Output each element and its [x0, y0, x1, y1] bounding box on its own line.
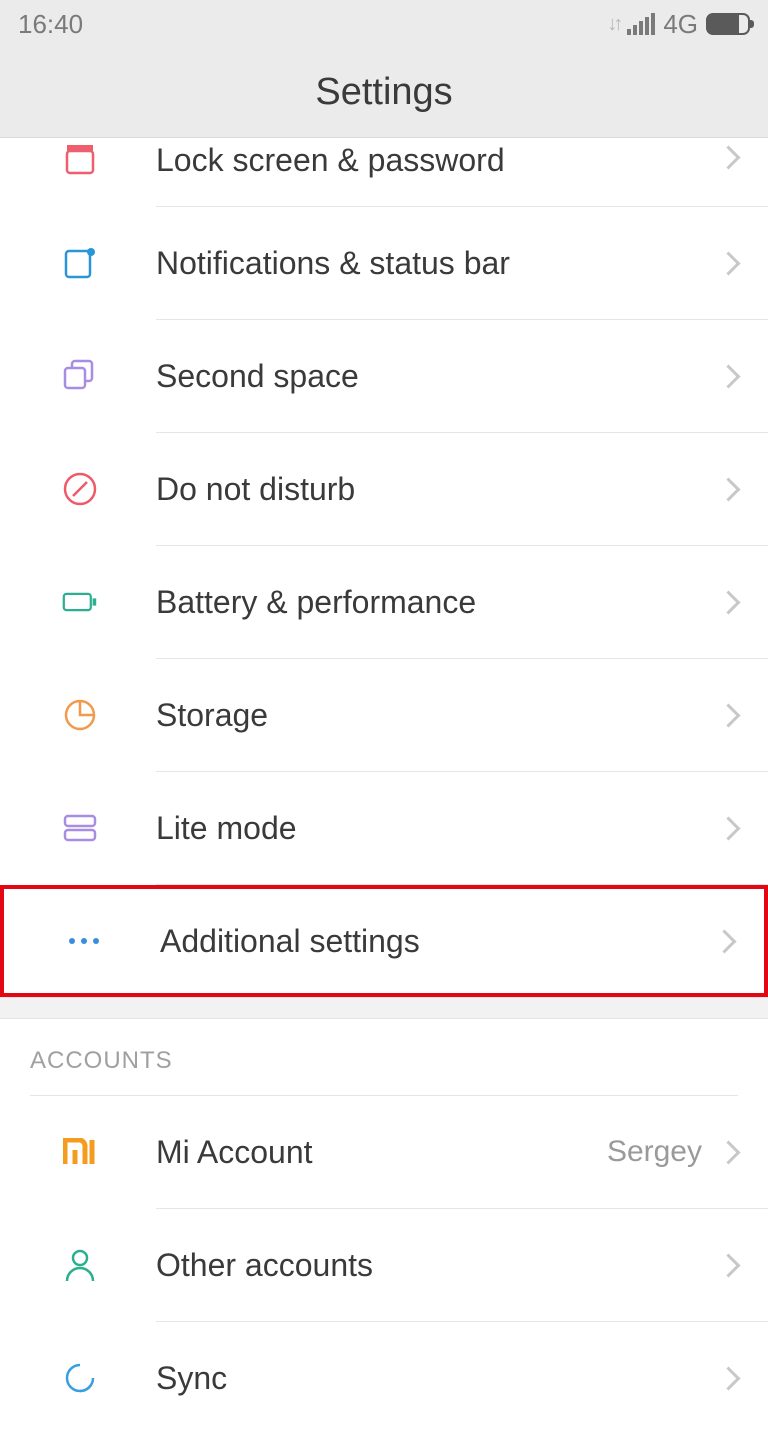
section-header-accounts: ACCOUNTS [0, 1019, 768, 1095]
item-label: Lite mode [156, 810, 720, 847]
status-time: 16:40 [18, 9, 83, 40]
chevron-right-icon [720, 1363, 738, 1393]
mi-icon [62, 1134, 98, 1170]
header: Settings [0, 48, 768, 138]
chevron-right-icon [720, 813, 738, 843]
signal-icon [627, 13, 655, 35]
chevron-right-icon [720, 700, 738, 730]
item-lite-mode[interactable]: Lite mode [0, 772, 768, 884]
item-dnd[interactable]: Do not disturb [0, 433, 768, 545]
chevron-right-icon [720, 1250, 738, 1280]
item-label: Storage [156, 697, 720, 734]
chevron-right-icon [720, 474, 738, 504]
chevron-right-icon [720, 361, 738, 391]
item-label: Other accounts [156, 1247, 720, 1284]
storage-icon [62, 697, 98, 733]
more-icon [66, 923, 102, 959]
item-label: Lock screen & password [156, 142, 720, 179]
item-second-space[interactable]: Second space [0, 320, 768, 432]
notification-icon [62, 245, 98, 281]
item-lock-screen[interactable]: Lock screen & password [0, 138, 768, 206]
status-bar: 16:40 ↓↑ 4G [0, 0, 768, 48]
network-label: 4G [663, 9, 698, 40]
dnd-icon [62, 471, 98, 507]
item-label: Mi Account [156, 1134, 607, 1171]
lock-icon [62, 142, 98, 178]
data-arrows-icon: ↓↑ [607, 13, 619, 36]
chevron-right-icon [720, 142, 738, 172]
item-other-accounts[interactable]: Other accounts [0, 1209, 768, 1321]
chevron-right-icon [720, 248, 738, 278]
battery-perf-icon [62, 584, 98, 620]
lite-mode-icon [62, 810, 98, 846]
item-label: Additional settings [160, 923, 716, 960]
item-mi-account[interactable]: Mi Account Sergey [0, 1096, 768, 1208]
chevron-right-icon [720, 1137, 738, 1167]
section-gap [0, 997, 768, 1019]
person-icon [62, 1247, 98, 1283]
item-label: Second space [156, 358, 720, 395]
item-label: Do not disturb [156, 471, 720, 508]
item-value: Sergey [607, 1135, 702, 1169]
item-notifications[interactable]: Notifications & status bar [0, 207, 768, 319]
settings-list: Lock screen & password Notifications & s… [0, 138, 768, 997]
item-label: Battery & performance [156, 584, 720, 621]
chevron-right-icon [720, 587, 738, 617]
second-space-icon [62, 358, 98, 394]
page-title: Settings [315, 71, 452, 114]
accounts-list: Mi Account Sergey Other accounts Sync [0, 1096, 768, 1434]
status-right: ↓↑ 4G [607, 9, 750, 40]
battery-icon [706, 13, 750, 35]
item-battery[interactable]: Battery & performance [0, 546, 768, 658]
item-label: Notifications & status bar [156, 245, 720, 282]
item-sync[interactable]: Sync [0, 1322, 768, 1434]
item-storage[interactable]: Storage [0, 659, 768, 771]
item-additional-settings[interactable]: Additional settings [0, 885, 768, 997]
item-label: Sync [156, 1360, 720, 1397]
chevron-right-icon [716, 926, 734, 956]
sync-icon [62, 1360, 98, 1396]
